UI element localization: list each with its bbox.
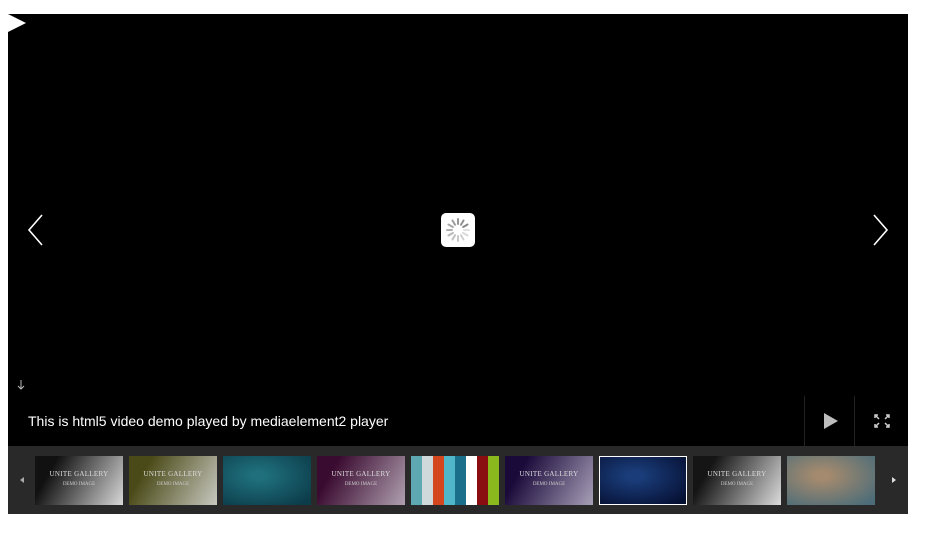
chevron-left-icon[interactable]: [24, 212, 48, 248]
strip-right-arrow-icon[interactable]: [884, 446, 904, 514]
thumbnail-subtitle: DEMO IMAGE: [344, 482, 378, 487]
thumbnail-item[interactable]: UNITE GALLERY DEMO IMAGE: [693, 456, 781, 505]
thumbnail-item[interactable]: [411, 456, 499, 505]
fullscreen-button[interactable]: [856, 396, 908, 446]
thumbnail-strip: UNITE GALLERY DEMO IMAGE UNITE GALLERY DEMO…: [8, 446, 908, 514]
video-title: This is html5 video demo played by media…: [28, 413, 389, 429]
video-slide[interactable]: This is html5 video demo played by media…: [8, 14, 908, 446]
thumbnail-title: UNITE GALLERY: [331, 470, 391, 478]
thumbnail-item[interactable]: [599, 456, 687, 505]
arrow-down-icon[interactable]: [16, 378, 26, 390]
fullscreen-icon: [874, 414, 890, 428]
thumbnail-title: UNITE GALLERY: [707, 470, 767, 478]
thumbnail-item[interactable]: UNITE GALLERY DEMO IMAGE: [129, 456, 217, 505]
strip-left-arrow-icon[interactable]: [12, 446, 32, 514]
thumbnail-subtitle: DEMO IMAGE: [720, 482, 754, 487]
thumbnail-subtitle: DEMO IMAGE: [532, 482, 566, 487]
thumbnail-item[interactable]: UNITE GALLERY DEMO IMAGE: [505, 456, 593, 505]
thumbnail-subtitle: DEMO IMAGE: [62, 482, 96, 487]
thumbnail-subtitle: DEMO IMAGE: [156, 482, 190, 487]
chevron-right-icon[interactable]: [868, 212, 892, 248]
thumbnail-title: UNITE GALLERY: [143, 470, 203, 478]
play-button[interactable]: [804, 396, 855, 446]
play-icon: [824, 413, 838, 429]
corner-play-triangle-icon: [8, 14, 28, 34]
thumbnail-item[interactable]: [223, 456, 311, 505]
text-panel: This is html5 video demo played by media…: [8, 397, 804, 446]
thumbnail-item[interactable]: UNITE GALLERY DEMO IMAGE: [35, 456, 123, 505]
gallery: This is html5 video demo played by media…: [8, 14, 908, 514]
thumbnail-title: UNITE GALLERY: [49, 470, 109, 478]
thumbnail-item[interactable]: [787, 456, 875, 505]
thumbnail-title: UNITE GALLERY: [519, 470, 579, 478]
thumbnail-item[interactable]: UNITE GALLERY DEMO IMAGE: [317, 456, 405, 505]
loading-spinner-icon: [441, 213, 475, 247]
